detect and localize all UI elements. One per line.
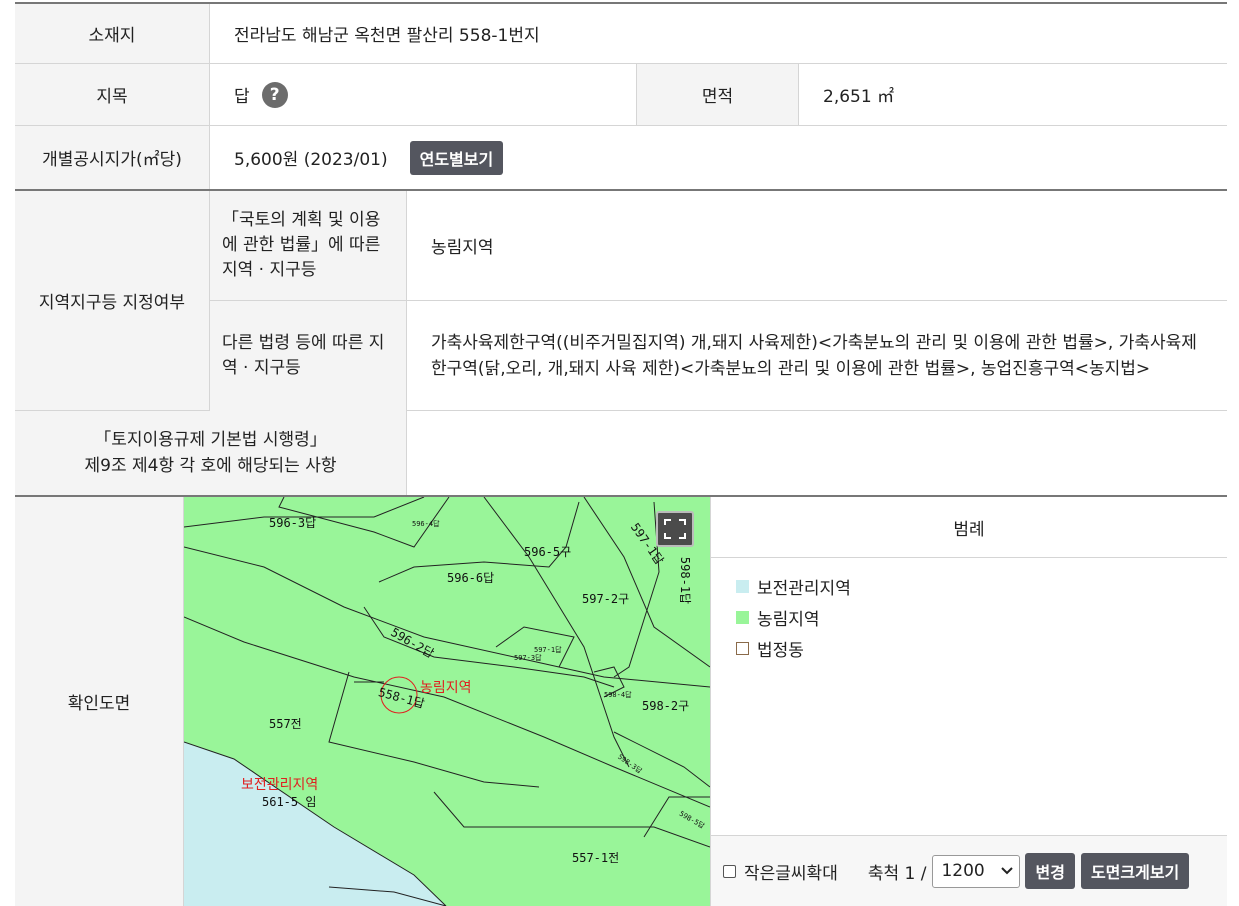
parcel-label: 596-4답: [412, 520, 440, 528]
category-row: 지목 답 ? 면적 2,651 ㎡: [15, 64, 1227, 126]
legend-item-label: 농림지역: [757, 610, 820, 630]
scale-select[interactable]: 1200: [932, 854, 1021, 888]
zoning-law-label: 「국토의 계획 및 이용에 관한 법률」에 따른 지역 · 지구등: [210, 191, 407, 300]
legend-panel: 범례 보전관리지역 농림지역 법정동 작은글씨확대 축척 1 / 1200 변경…: [710, 497, 1227, 906]
parcel-label: 597-3답: [514, 654, 542, 662]
land-use-info-table: 소재지 전라남도 해남군 옥천면 팔산리 558-1번지 지목 답 ? 면적 2…: [15, 2, 1227, 906]
chevron-down-icon: [1001, 867, 1014, 875]
enforcement-row: 「토지이용규제 기본법 시행령」 제9조 제4항 각 호에 해당되는 사항: [15, 411, 1227, 497]
parcel-label: 596-3답: [269, 516, 317, 530]
change-scale-button[interactable]: 변경: [1025, 853, 1075, 889]
parcel-label: 561-5 임: [262, 795, 317, 809]
fullscreen-icon[interactable]: [656, 511, 694, 547]
legend-swatch: [736, 642, 749, 655]
area-value: 2,651 ㎡: [823, 87, 895, 107]
map-row: 확인도면 596-3답 596-6답 596-5구 597-1답 598-1답 …: [15, 497, 1227, 906]
parcel-label: 557전: [269, 717, 302, 731]
yearly-view-button[interactable]: 연도별보기: [409, 140, 504, 175]
enforcement-label: 「토지이용규제 기본법 시행령」 제9조 제4항 각 호에 해당되는 사항: [15, 411, 407, 495]
legend-item: 법정동: [736, 636, 1227, 661]
official-price-cell: 5,600원 (2023/01) 연도별보기: [210, 126, 1227, 189]
legend-title: 범례: [711, 497, 1227, 558]
map-controls: 작은글씨확대 축척 1 / 1200 변경 도면크게보기: [711, 835, 1227, 906]
zoning-other-label: 다른 법령 등에 따른 지역 · 지구등: [210, 301, 407, 411]
area-label: 면적: [637, 64, 799, 125]
cadastral-map[interactable]: 596-3답 596-6답 596-5구 597-1답 598-1답 597-2…: [184, 497, 710, 906]
legend-item-label: 법정동: [757, 641, 804, 661]
conservation-zone-area: [184, 742, 446, 906]
official-price-label: 개별공시지가(㎡당): [15, 126, 210, 189]
legend-swatch: [736, 611, 749, 624]
official-price-value: 5,600원 (2023/01): [234, 150, 388, 170]
map-canvas: [184, 497, 710, 906]
zoning-label: 지역지구등 지정여부: [15, 191, 210, 410]
land-category-value: 답: [234, 87, 250, 107]
enforcement-label-line1: 「토지이용규제 기본법 시행령」: [94, 430, 327, 450]
parcel-label: 598-4답: [604, 691, 632, 699]
legend-item-label: 보전관리지역: [757, 579, 851, 599]
legend-item: 농림지역: [736, 605, 1227, 630]
price-row: 개별공시지가(㎡당) 5,600원 (2023/01) 연도별보기: [15, 126, 1227, 191]
zoning-row-1: 「국토의 계획 및 이용에 관한 법률」에 따른 지역 · 지구등 농림지역: [210, 191, 1227, 301]
scale-select-value: 1200: [941, 861, 985, 881]
parcel-label: 598-1답: [678, 556, 693, 605]
parcel-label: 557-1전: [572, 851, 620, 865]
scale-label: 축척 1 /: [867, 863, 927, 884]
location-value: 전라남도 해남군 옥천면 팔산리 558-1번지: [234, 26, 540, 46]
enlarge-map-button[interactable]: 도면크게보기: [1080, 853, 1190, 889]
location-row: 소재지 전라남도 해남군 옥천면 팔산리 558-1번지: [15, 4, 1227, 64]
legend-swatch: [736, 580, 749, 593]
legend-list: 보전관리지역 농림지역 법정동: [711, 558, 1227, 661]
parcel-label: 596-5구: [524, 545, 572, 559]
enforcement-label-line2: 제9조 제4항 각 호에 해당되는 사항: [84, 456, 337, 476]
land-category-cell: 답 ?: [210, 64, 637, 125]
land-category-label: 지목: [15, 64, 210, 125]
enlarge-text-label: 작은글씨확대: [744, 863, 838, 884]
parcel-label: 597-2구: [582, 592, 630, 606]
zoning-law-value: 농림지역: [431, 238, 494, 258]
zone-label-conservation: 보전관리지역: [241, 777, 319, 793]
zoning-other-value: 가축사육제한구역((비주거밀집지역) 개,돼지 사육제한)<가축분뇨의 관리 및…: [431, 333, 1197, 379]
fullscreen-glyph: [664, 519, 686, 539]
map-section-label: 확인도면: [15, 497, 184, 906]
zoning-block: 지역지구등 지정여부 「국토의 계획 및 이용에 관한 법률」에 따른 지역 ·…: [15, 191, 1227, 411]
parcel-label: 598-2구: [642, 699, 690, 713]
enlarge-text-checkbox[interactable]: [723, 864, 736, 878]
legend-item: 보전관리지역: [736, 574, 1227, 599]
zoning-row-2: 다른 법령 등에 따른 지역 · 지구등 가축사육제한구역((비주거밀집지역) …: [210, 301, 1227, 411]
location-label: 소재지: [15, 4, 210, 63]
zone-label-agri: 농림지역: [420, 680, 472, 696]
enforcement-value: [407, 411, 1227, 495]
question-icon[interactable]: ?: [261, 81, 288, 108]
parcel-label: 596-6답: [447, 571, 495, 585]
